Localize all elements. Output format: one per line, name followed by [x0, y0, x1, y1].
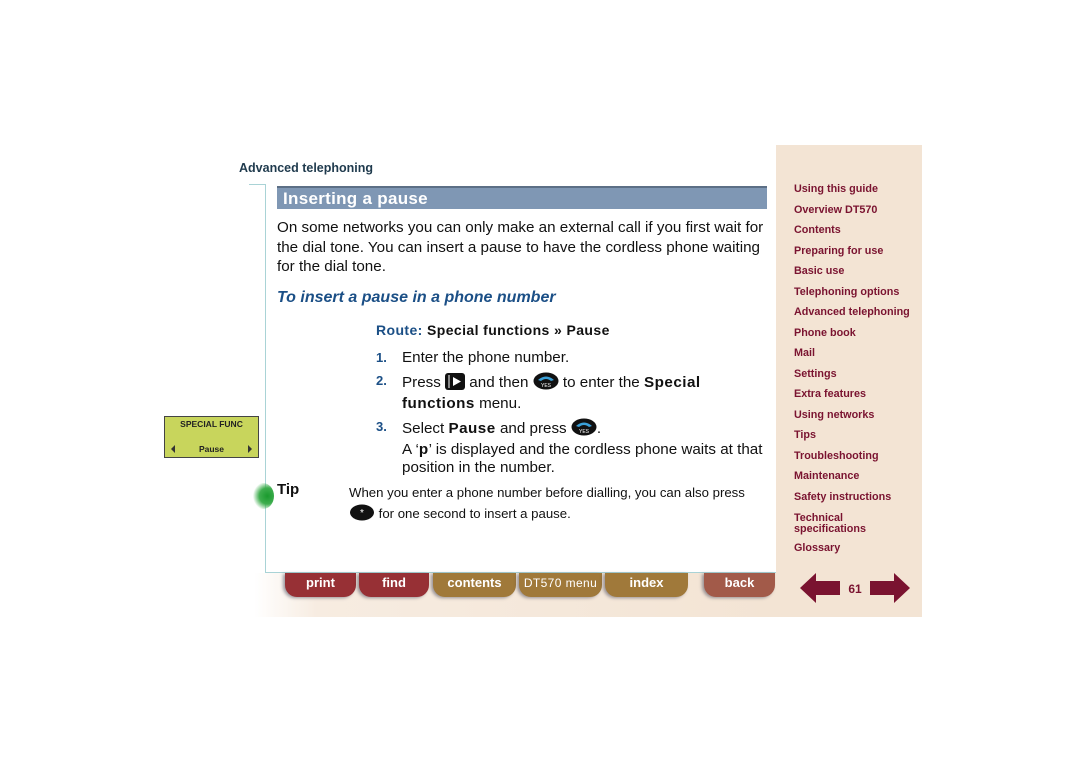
tip-text: When you enter a phone number before dia…: [349, 482, 774, 527]
step-item: 3. Select Pause and press YES . A ‘p’ is…: [376, 418, 771, 477]
route-path: Special functions » Pause: [427, 322, 610, 338]
route-label: Route:: [376, 322, 423, 338]
page-title: Inserting a pause: [283, 189, 428, 208]
next-page-arrow-icon[interactable]: [868, 573, 910, 608]
lcd-value: Pause: [198, 444, 225, 454]
dt570-menu-button[interactable]: DT570 menu: [519, 573, 602, 597]
step-text: ’ is displayed and the cordless phone wa…: [402, 441, 763, 476]
sidebar-item-preparing[interactable]: Preparing for use: [794, 246, 883, 257]
sidebar-item-contents[interactable]: Contents: [794, 225, 841, 236]
menu-name: Pause: [448, 420, 496, 437]
tip-line: for one second to insert a pause.: [378, 506, 571, 521]
step-text: .: [596, 420, 602, 437]
sidebar-item-telephoning-options[interactable]: Telephoning options: [794, 287, 899, 298]
sidebar-item-mail[interactable]: Mail: [794, 348, 815, 359]
tip-marker-icon: [252, 483, 274, 509]
step-item: 1. Enter the phone number.: [376, 349, 771, 367]
lcd-row: Pause: [165, 444, 258, 456]
subheading: To insert a pause in a phone number: [277, 289, 556, 306]
print-button[interactable]: print: [285, 573, 356, 597]
sidebar-item-extra-features[interactable]: Extra features: [794, 389, 866, 400]
sidebar-item-using-networks[interactable]: Using networks: [794, 410, 874, 421]
menu-name: Special: [643, 374, 701, 391]
find-button[interactable]: find: [359, 573, 429, 597]
sidebar-item-settings[interactable]: Settings: [794, 369, 837, 380]
menu-key-icon: [445, 373, 466, 395]
right-arrow-icon: [248, 445, 252, 453]
sidebar-item-glossary[interactable]: Glossary: [794, 543, 840, 554]
page-title-bar: Inserting a pause: [277, 186, 767, 209]
sidebar-item-using-this-guide[interactable]: Using this guide: [794, 184, 878, 195]
step-text: Press: [402, 374, 441, 391]
lcd-title: SPECIAL FUNC: [180, 419, 243, 429]
yes-key-icon: YES: [533, 372, 559, 395]
svg-text:YES: YES: [541, 383, 552, 389]
step-number: 1.: [376, 350, 387, 365]
step-text: A ‘: [402, 441, 419, 458]
step-text: menu.: [479, 395, 522, 412]
lcd-display: SPECIAL FUNC Pause: [164, 416, 259, 458]
frame-divider: [249, 184, 266, 185]
index-button[interactable]: index: [605, 573, 688, 597]
sidebar-item-overview[interactable]: Overview DT570: [794, 205, 877, 216]
step-item: 2. Press and then YES to enter the Speci…: [376, 372, 771, 413]
sidebar-item-maintenance[interactable]: Maintenance: [794, 471, 859, 482]
sidebar-item-safety[interactable]: Safety instructions: [794, 492, 891, 503]
yes-key-icon: YES: [571, 418, 597, 441]
sidebar-item-technical-specifications[interactable]: Technical specifications: [794, 513, 884, 535]
pager: 61: [800, 573, 910, 603]
step-text: and press: [499, 420, 567, 437]
step-list: 1. Enter the phone number. 2. Press and …: [376, 349, 771, 482]
sidebar-item-advanced-telephoning[interactable]: Advanced telephoning: [794, 307, 910, 318]
step-number: 2.: [376, 373, 387, 388]
star-key-icon: *: [349, 504, 375, 527]
section-label: Advanced telephoning: [239, 161, 374, 175]
pause-char: p: [418, 441, 429, 458]
sidebar-item-basic-use[interactable]: Basic use: [794, 266, 844, 277]
contents-button[interactable]: contents: [433, 573, 516, 597]
svg-text:YES: YES: [579, 429, 590, 435]
sidebar: Using this guide Overview DT570 Contents…: [776, 145, 922, 617]
step-text: and then: [469, 374, 529, 391]
sidebar-item-phone-book[interactable]: Phone book: [794, 328, 856, 339]
step-text: Select: [402, 420, 445, 437]
tip-label: Tip: [277, 481, 300, 498]
sidebar-item-tips[interactable]: Tips: [794, 430, 816, 441]
back-button[interactable]: back: [704, 573, 775, 597]
step-number: 3.: [376, 419, 387, 434]
svg-text:*: *: [360, 508, 364, 519]
intro-paragraph: On some networks you can only make an ex…: [277, 219, 764, 275]
route-line: Route: Special functions » Pause: [376, 322, 610, 338]
sidebar-item-troubleshooting[interactable]: Troubleshooting: [794, 451, 879, 462]
step-text: to enter the: [562, 374, 640, 391]
step-text: Enter the phone number.: [402, 349, 570, 366]
tip-line: When you enter a phone number before dia…: [349, 485, 745, 500]
menu-name: functions: [402, 395, 475, 412]
